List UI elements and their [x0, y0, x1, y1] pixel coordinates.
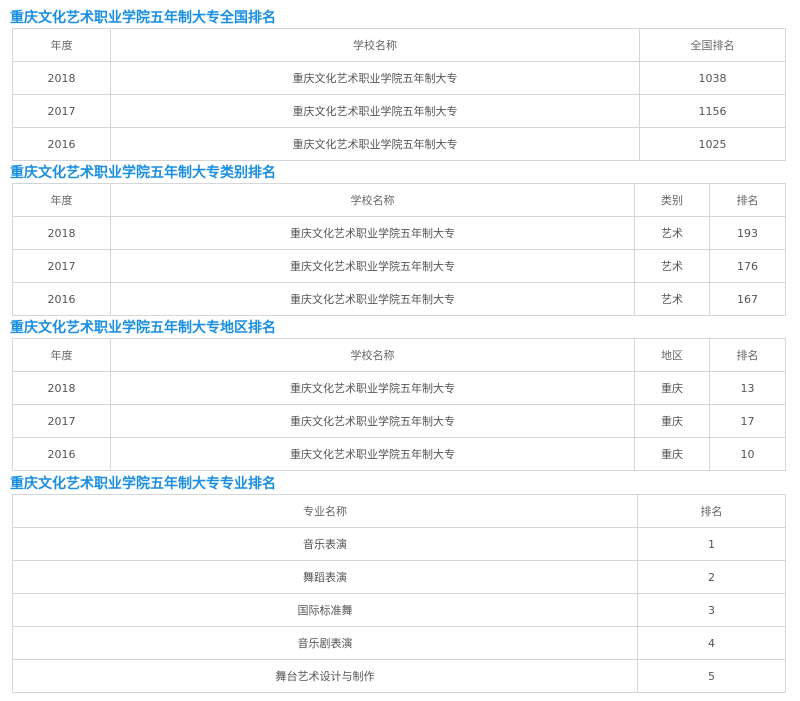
header-school: 学校名称	[110, 28, 640, 62]
cell-rank: 1	[637, 527, 786, 561]
cell-rank: 176	[709, 249, 786, 283]
cell-year: 2018	[12, 371, 111, 405]
cell-school: 重庆文化艺术职业学院五年制大专	[110, 94, 640, 128]
cell-school: 重庆文化艺术职业学院五年制大专	[110, 61, 640, 95]
cell-rank: 3	[637, 593, 786, 627]
major-ranking-section: 重庆文化艺术职业学院五年制大专专业排名 专业名称 排名 音乐表演 1 舞蹈表演 …	[10, 474, 786, 693]
cell-year: 2018	[12, 216, 111, 250]
cell-rank: 13	[709, 371, 786, 405]
cell-school: 重庆文化艺术职业学院五年制大专	[110, 216, 635, 250]
table-header-row: 专业名称 排名	[12, 494, 786, 528]
header-region: 地区	[634, 338, 710, 372]
cell-region: 重庆	[634, 404, 710, 438]
cell-year: 2017	[12, 94, 111, 128]
table-row: 舞蹈表演 2	[12, 560, 786, 594]
cell-school: 重庆文化艺术职业学院五年制大专	[110, 282, 635, 316]
table-row: 2018 重庆文化艺术职业学院五年制大专 1038	[12, 61, 786, 95]
cell-school: 重庆文化艺术职业学院五年制大专	[110, 437, 635, 471]
table-row: 2016 重庆文化艺术职业学院五年制大专 重庆 10	[12, 437, 786, 471]
table-row: 音乐剧表演 4	[12, 626, 786, 660]
cell-school: 重庆文化艺术职业学院五年制大专	[110, 127, 640, 161]
cell-year: 2018	[12, 61, 111, 95]
cell-region: 重庆	[634, 437, 710, 471]
table-row: 2018 重庆文化艺术职业学院五年制大专 重庆 13	[12, 371, 786, 405]
cell-category: 艺术	[634, 249, 710, 283]
region-ranking-section: 重庆文化艺术职业学院五年制大专地区排名 年度 学校名称 地区 排名 2018 重…	[10, 318, 786, 471]
table-header-row: 年度 学校名称 类别 排名	[12, 183, 786, 217]
region-ranking-title: 重庆文化艺术职业学院五年制大专地区排名	[10, 320, 276, 336]
table-row: 2018 重庆文化艺术职业学院五年制大专 艺术 193	[12, 216, 786, 250]
header-year: 年度	[12, 338, 111, 372]
cell-major: 音乐剧表演	[12, 626, 638, 660]
cell-major: 国际标准舞	[12, 593, 638, 627]
national-ranking-section: 重庆文化艺术职业学院五年制大专全国排名 年度 学校名称 全国排名 2018 重庆…	[10, 8, 786, 161]
region-ranking-table: 年度 学校名称 地区 排名 2018 重庆文化艺术职业学院五年制大专 重庆 13…	[12, 338, 786, 471]
cell-category: 艺术	[634, 282, 710, 316]
cell-year: 2016	[12, 437, 111, 471]
header-rank: 排名	[709, 338, 786, 372]
cell-major: 音乐表演	[12, 527, 638, 561]
cell-rank: 5	[637, 659, 786, 693]
header-year: 年度	[12, 183, 111, 217]
table-row: 2017 重庆文化艺术职业学院五年制大专 重庆 17	[12, 404, 786, 438]
cell-school: 重庆文化艺术职业学院五年制大专	[110, 249, 635, 283]
table-row: 国际标准舞 3	[12, 593, 786, 627]
table-row: 2016 重庆文化艺术职业学院五年制大专 1025	[12, 127, 786, 161]
category-ranking-table: 年度 学校名称 类别 排名 2018 重庆文化艺术职业学院五年制大专 艺术 19…	[12, 183, 786, 316]
national-ranking-title: 重庆文化艺术职业学院五年制大专全国排名	[10, 10, 276, 26]
table-row: 2017 重庆文化艺术职业学院五年制大专 1156	[12, 94, 786, 128]
header-national-rank: 全国排名	[639, 28, 786, 62]
cell-category: 艺术	[634, 216, 710, 250]
table-header-row: 年度 学校名称 地区 排名	[12, 338, 786, 372]
category-ranking-title: 重庆文化艺术职业学院五年制大专类别排名	[10, 165, 276, 181]
table-row: 舞台艺术设计与制作 5	[12, 659, 786, 693]
cell-rank: 1025	[639, 127, 786, 161]
cell-year: 2016	[12, 282, 111, 316]
cell-rank: 1156	[639, 94, 786, 128]
cell-rank: 167	[709, 282, 786, 316]
table-header-row: 年度 学校名称 全国排名	[12, 28, 786, 62]
cell-school: 重庆文化艺术职业学院五年制大专	[110, 404, 635, 438]
cell-rank: 2	[637, 560, 786, 594]
header-school: 学校名称	[110, 183, 635, 217]
cell-school: 重庆文化艺术职业学院五年制大专	[110, 371, 635, 405]
cell-year: 2017	[12, 249, 111, 283]
cell-rank: 17	[709, 404, 786, 438]
cell-year: 2016	[12, 127, 111, 161]
category-ranking-section: 重庆文化艺术职业学院五年制大专类别排名 年度 学校名称 类别 排名 2018 重…	[10, 163, 786, 316]
table-row: 音乐表演 1	[12, 527, 786, 561]
cell-major: 舞台艺术设计与制作	[12, 659, 638, 693]
cell-year: 2017	[12, 404, 111, 438]
cell-rank: 193	[709, 216, 786, 250]
major-ranking-table: 专业名称 排名 音乐表演 1 舞蹈表演 2 国际标准舞 3 音乐剧表演 4 舞台	[12, 494, 786, 693]
table-row: 2017 重庆文化艺术职业学院五年制大专 艺术 176	[12, 249, 786, 283]
header-year: 年度	[12, 28, 111, 62]
table-row: 2016 重庆文化艺术职业学院五年制大专 艺术 167	[12, 282, 786, 316]
header-school: 学校名称	[110, 338, 635, 372]
cell-rank: 10	[709, 437, 786, 471]
header-rank: 排名	[637, 494, 786, 528]
cell-rank: 4	[637, 626, 786, 660]
cell-region: 重庆	[634, 371, 710, 405]
major-ranking-title: 重庆文化艺术职业学院五年制大专专业排名	[10, 476, 276, 492]
cell-major: 舞蹈表演	[12, 560, 638, 594]
header-category: 类别	[634, 183, 710, 217]
header-rank: 排名	[709, 183, 786, 217]
header-major: 专业名称	[12, 494, 638, 528]
cell-rank: 1038	[639, 61, 786, 95]
national-ranking-table: 年度 学校名称 全国排名 2018 重庆文化艺术职业学院五年制大专 1038 2…	[12, 28, 786, 161]
